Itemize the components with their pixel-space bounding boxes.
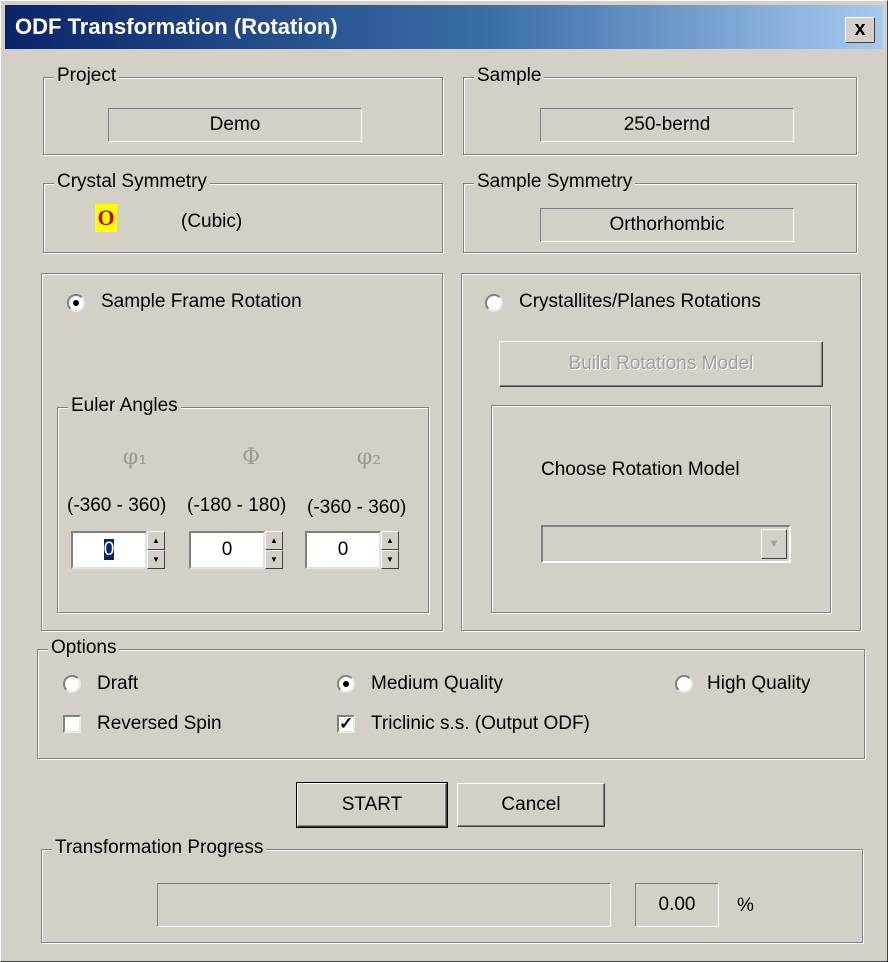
rotation-model-dropdown[interactable]: ▼ [541,525,791,563]
progress-bar [157,883,611,927]
title-bar[interactable]: ODF Transformation (Rotation) x [5,5,883,49]
medium-quality-radio[interactable] [337,675,355,693]
phi1-up-icon[interactable]: ▲ [147,531,165,550]
medium-quality-label[interactable]: Medium Quality [371,673,503,695]
sample-symmetry-value: Orthorhombic [540,208,794,242]
chevron-down-icon[interactable]: ▼ [761,529,787,559]
phi2-input[interactable]: 0 [305,531,381,569]
high-quality-radio[interactable] [675,675,693,693]
crystal-symmetry-value: (Cubic) [181,211,243,232]
reversed-spin-checkbox[interactable] [63,715,81,733]
rotation-model-group [491,405,831,613]
phi1-symbol: φ₁ [122,445,148,470]
options-group: Options [37,637,865,759]
phi2-up-icon[interactable]: ▲ [381,531,399,550]
sample-symmetry-group: Sample Symmetry Orthorhombic [463,171,857,253]
euler-angles-label: Euler Angles [68,395,181,417]
phi1-input[interactable]: 0 [71,531,147,569]
window-title: ODF Transformation (Rotation) [15,14,338,39]
capital-phi-input[interactable]: 0 [189,531,265,569]
options-label: Options [48,637,120,659]
draft-radio[interactable] [63,675,81,693]
checkmark-icon: ✓ [339,714,354,733]
triclinic-checkbox[interactable]: ✓ [337,715,355,733]
capital-phi-range: (-180 - 180) [187,495,287,516]
capital-phi-symbol: Φ [241,445,261,470]
sample-symmetry-label: Sample Symmetry [474,171,636,193]
sample-frame-label[interactable]: Sample Frame Rotation [101,291,302,313]
cubic-symmetry-icon: O [95,204,117,232]
choose-rotation-model-label: Choose Rotation Model [541,459,740,480]
draft-label[interactable]: Draft [97,673,138,695]
capital-phi-up-icon[interactable]: ▲ [265,531,283,550]
sample-label: Sample [474,65,545,87]
percent-label: % [737,895,754,916]
phi1-down-icon[interactable]: ▼ [147,550,165,569]
phi2-down-icon[interactable]: ▼ [381,550,399,569]
phi1-value: 0 [103,539,115,560]
sample-value: 250-bernd [540,108,794,142]
reversed-spin-label[interactable]: Reversed Spin [97,713,222,735]
progress-label: Transformation Progress [52,837,267,859]
triclinic-label[interactable]: Triclinic s.s. (Output ODF) [371,713,590,735]
close-button[interactable]: x [845,17,875,43]
close-icon[interactable]: x [854,18,865,40]
sample-frame-radio[interactable] [67,294,85,312]
cancel-button[interactable]: Cancel [457,783,605,827]
sample-group: Sample 250-bernd [463,65,857,155]
phi1-range: (-360 - 360) [67,495,167,516]
crystallites-label[interactable]: Crystallites/Planes Rotations [519,291,761,313]
start-button[interactable]: START [296,782,448,828]
dialog-window: ODF Transformation (Rotation) x Project … [0,0,888,962]
crystal-symmetry-label: Crystal Symmetry [54,171,210,193]
capital-phi-down-icon[interactable]: ▼ [265,550,283,569]
project-value: Demo [108,108,362,142]
progress-value: 0.00 [635,883,719,927]
phi2-symbol: φ₂ [356,445,382,470]
project-label: Project [54,65,120,87]
crystallites-radio[interactable] [485,294,503,312]
project-group: Project Demo [43,65,443,155]
phi2-range: (-360 - 360) [307,497,407,518]
build-rotations-model-button[interactable]: Build Rotations Model [499,341,823,387]
high-quality-label[interactable]: High Quality [707,673,811,695]
